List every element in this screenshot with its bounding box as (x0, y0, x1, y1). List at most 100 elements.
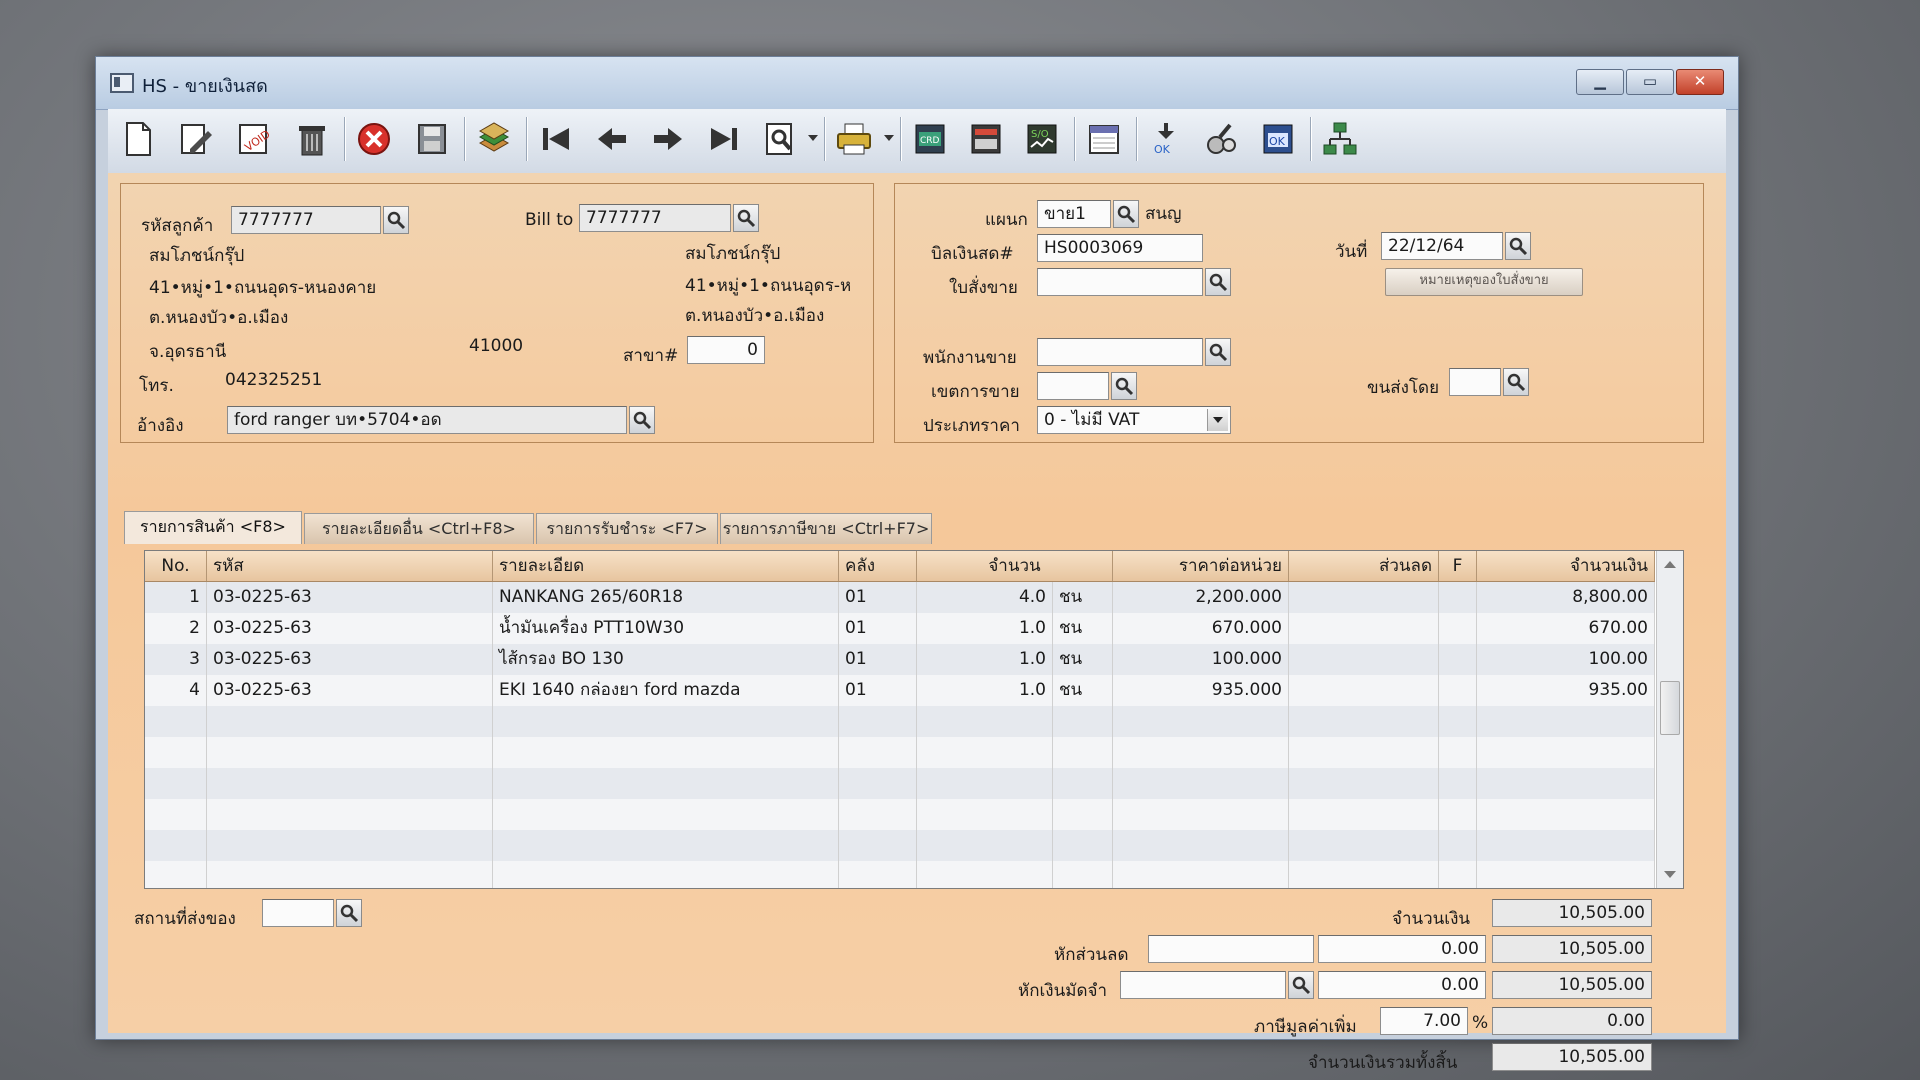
cell-desc[interactable] (493, 737, 839, 768)
cell-qty[interactable]: 4.0 (917, 582, 1053, 613)
reference-field[interactable]: ford ranger บท•5704•อด (227, 406, 627, 434)
cell-qty[interactable] (917, 737, 1053, 768)
col-discount[interactable]: ส่วนลด (1289, 551, 1439, 581)
col-amount[interactable]: จำนวนเงิน (1477, 551, 1655, 581)
cell-wh[interactable]: 01 (839, 613, 917, 644)
discount-code-field[interactable] (1148, 935, 1314, 963)
approve-ok-icon[interactable]: OK (1146, 119, 1186, 159)
table-row[interactable] (145, 768, 1655, 800)
salesman-search-icon[interactable] (1205, 338, 1231, 366)
customer-search-icon[interactable] (383, 206, 409, 234)
cell-f[interactable] (1439, 799, 1477, 830)
previous-record-icon[interactable] (592, 119, 632, 159)
cell-code[interactable] (207, 768, 493, 799)
cell-price[interactable] (1113, 737, 1289, 768)
department-search-icon[interactable] (1113, 200, 1139, 228)
cell-f[interactable] (1439, 675, 1477, 706)
cell-amount[interactable] (1477, 737, 1655, 768)
cell-amount[interactable]: 100.00 (1477, 644, 1655, 675)
cell-wh[interactable] (839, 861, 917, 888)
cell-f[interactable] (1439, 644, 1477, 675)
cell-no[interactable] (145, 830, 207, 861)
cell-unit[interactable] (1053, 799, 1113, 830)
price-type-select[interactable]: 0 - ไม่มี VAT (1037, 406, 1231, 434)
cell-price[interactable]: 2,200.000 (1113, 582, 1289, 613)
edit-icon[interactable] (176, 119, 216, 159)
col-quantity[interactable]: จำนวน (917, 551, 1113, 581)
cell-amount[interactable] (1477, 799, 1655, 830)
cell-f[interactable] (1439, 768, 1477, 799)
cell-qty[interactable] (917, 830, 1053, 861)
cell-wh[interactable] (839, 706, 917, 737)
cell-unit[interactable] (1053, 830, 1113, 861)
copy-stack-icon[interactable] (474, 119, 514, 159)
print-dropdown-icon[interactable] (884, 135, 894, 141)
tab-other-details[interactable]: รายละเอียดอื่น <Ctrl+F8> (304, 513, 534, 544)
cell-unit[interactable]: ชน (1053, 644, 1113, 675)
save-icon[interactable] (412, 119, 452, 159)
cell-price[interactable] (1113, 706, 1289, 737)
cell-qty[interactable]: 1.0 (917, 644, 1053, 675)
reference-search-icon[interactable] (629, 406, 655, 434)
cell-f[interactable] (1439, 861, 1477, 888)
report-icon[interactable] (966, 119, 1006, 159)
cell-code[interactable] (207, 737, 493, 768)
cell-code[interactable] (207, 830, 493, 861)
table-row[interactable]: 1 03-0225-63 NANKANG 265/60R18 01 4.0 ชน 2,200… (145, 582, 1655, 614)
sales-order-field[interactable] (1037, 268, 1203, 296)
grid-scrollbar[interactable] (1656, 551, 1683, 888)
cell-disc[interactable] (1289, 582, 1439, 613)
first-record-icon[interactable] (536, 119, 576, 159)
cell-amount[interactable] (1477, 768, 1655, 799)
cell-no[interactable]: 2 (145, 613, 207, 644)
minimize-button[interactable]: ▁ (1576, 69, 1624, 95)
cell-qty[interactable] (917, 706, 1053, 737)
tab-sales-tax[interactable]: รายการภาษีขาย <Ctrl+F7> (720, 513, 932, 544)
cell-price[interactable]: 935.000 (1113, 675, 1289, 706)
cell-code[interactable]: 03-0225-63 (207, 582, 493, 613)
table-row[interactable] (145, 737, 1655, 769)
bill-to-search-icon[interactable] (733, 204, 759, 232)
cell-f[interactable] (1439, 830, 1477, 861)
cell-qty[interactable]: 1.0 (917, 675, 1053, 706)
delete-trash-icon[interactable] (292, 119, 332, 159)
cell-desc[interactable]: EKI 1640 กล่องยา ford mazda (493, 675, 839, 706)
table-row[interactable] (145, 706, 1655, 738)
tab-payments[interactable]: รายการรับชำระ <F7> (536, 513, 718, 544)
cell-price[interactable] (1113, 799, 1289, 830)
last-record-icon[interactable] (704, 119, 744, 159)
cell-qty[interactable] (917, 861, 1053, 888)
cell-desc[interactable] (493, 768, 839, 799)
cell-price[interactable] (1113, 830, 1289, 861)
cell-unit[interactable] (1053, 706, 1113, 737)
cell-price[interactable]: 670.000 (1113, 613, 1289, 644)
cell-f[interactable] (1439, 737, 1477, 768)
cell-unit[interactable] (1053, 861, 1113, 888)
col-no[interactable]: No. (145, 551, 207, 581)
cancel-icon[interactable] (354, 119, 394, 159)
date-picker-icon[interactable] (1505, 232, 1531, 260)
cell-price[interactable] (1113, 768, 1289, 799)
cell-qty[interactable] (917, 799, 1053, 830)
cell-unit[interactable] (1053, 768, 1113, 799)
col-description[interactable]: รายละเอียด (493, 551, 839, 581)
salesman-field[interactable] (1037, 338, 1203, 366)
items-grid[interactable]: No. รหัส รายละเอียด คลัง จำนวน ราคาต่อหน… (144, 550, 1684, 889)
cell-disc[interactable] (1289, 675, 1439, 706)
customer-code-field[interactable]: 7777777 (231, 206, 381, 234)
print-icon[interactable] (834, 119, 874, 159)
cell-price[interactable]: 100.000 (1113, 644, 1289, 675)
cell-no[interactable] (145, 768, 207, 799)
cell-unit[interactable]: ชน (1053, 613, 1113, 644)
cell-wh[interactable] (839, 830, 917, 861)
cell-code[interactable]: 03-0225-63 (207, 644, 493, 675)
department-field[interactable]: ขาย1 (1037, 200, 1111, 228)
cell-no[interactable] (145, 706, 207, 737)
cell-disc[interactable] (1289, 706, 1439, 737)
cell-desc[interactable] (493, 830, 839, 861)
close-button[interactable]: ✕ (1676, 69, 1724, 95)
branch-field[interactable]: 0 (687, 336, 765, 364)
cell-code[interactable] (207, 799, 493, 830)
cell-no[interactable] (145, 799, 207, 830)
audit-icon[interactable] (1202, 119, 1242, 159)
